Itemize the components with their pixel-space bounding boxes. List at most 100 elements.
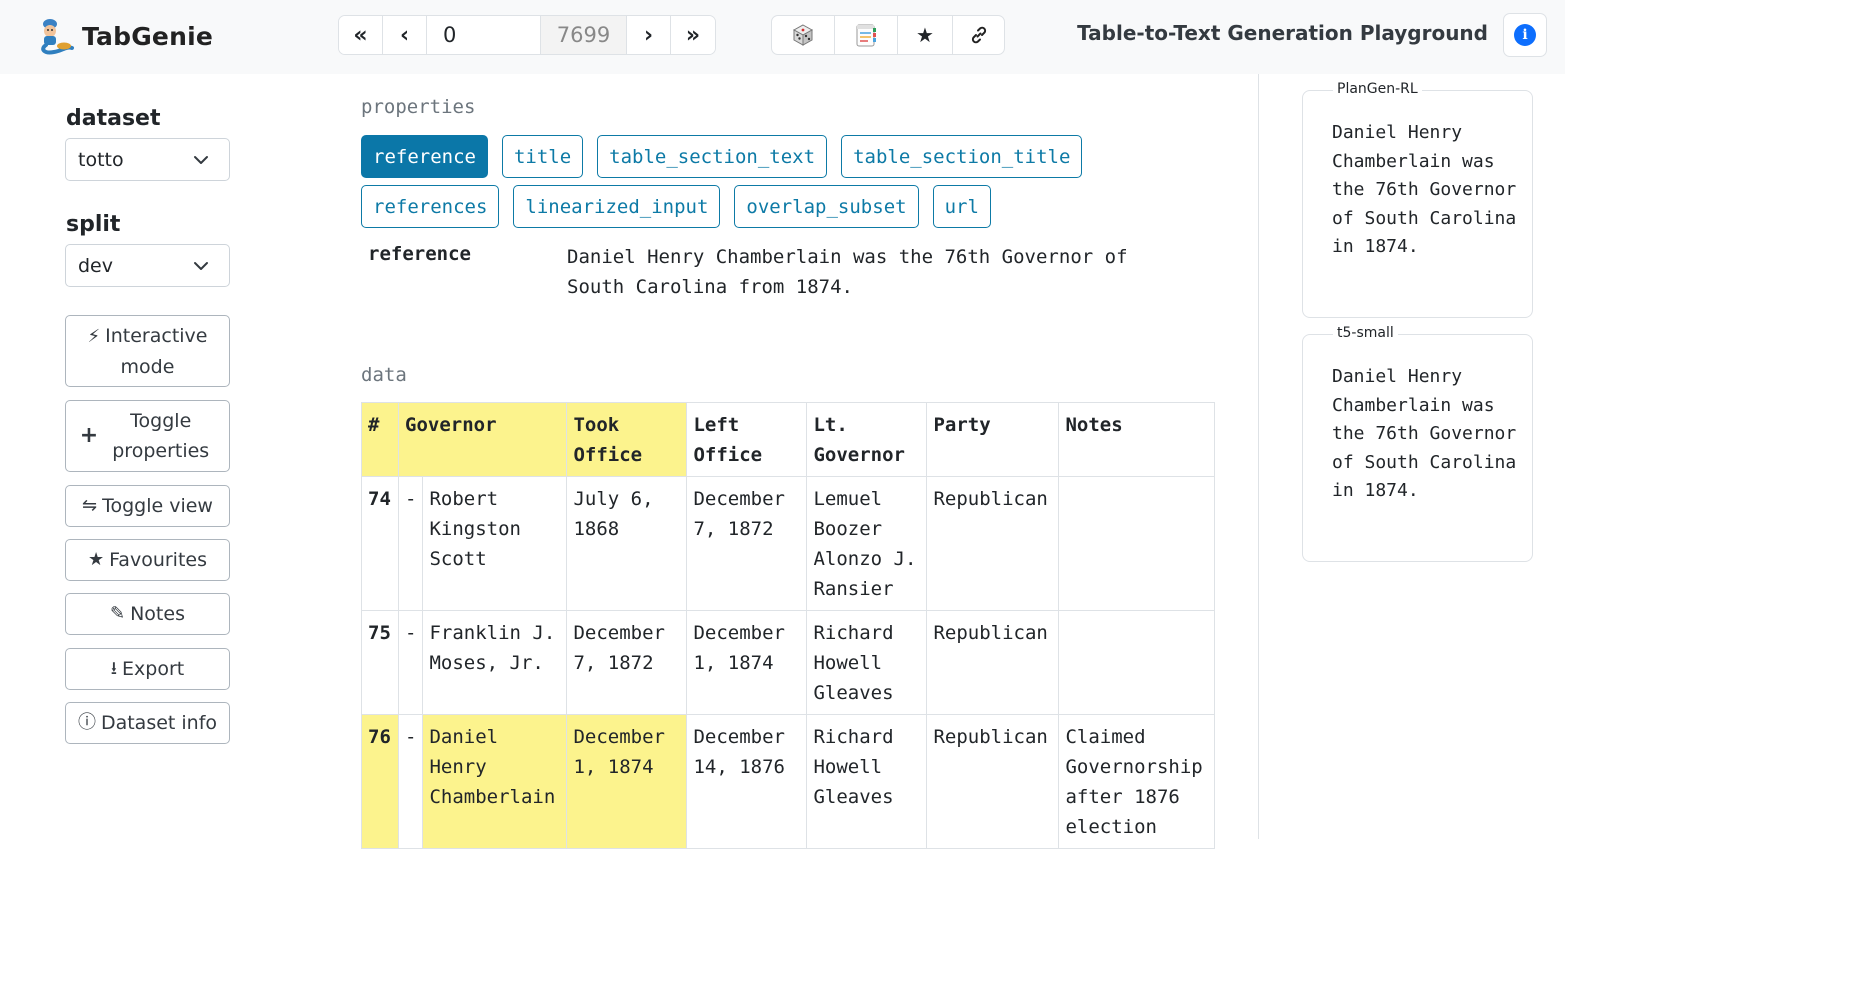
property-buttons: reference title table_section_text table… [361, 135, 1161, 235]
example-total-count: 7699 [541, 16, 627, 54]
property-button-table-section-text[interactable]: table_section_text [597, 135, 828, 178]
table-row: 74 - Robert Kingston Scott July 6, 1868 … [361, 476, 1216, 611]
copy-link-button[interactable] [953, 16, 1004, 54]
data-heading: data [361, 364, 407, 386]
genie-logo-icon [41, 19, 74, 55]
notes-label: Notes [130, 603, 185, 625]
table-cell[interactable]: Richard Howell Gleaves [806, 714, 928, 849]
table-cell[interactable]: - [397, 476, 424, 611]
random-example-button[interactable] [772, 16, 835, 54]
info-button[interactable]: i [1503, 13, 1547, 57]
favourites-label: Favourites [109, 549, 207, 571]
table-cell[interactable]: 76 [361, 714, 399, 849]
export-label: Export [122, 658, 185, 680]
table-cell[interactable]: Republican [926, 714, 1060, 849]
dataset-info-button[interactable]: ⓘ Dataset info [65, 702, 230, 744]
property-button-overlap-subset[interactable]: overlap_subset [734, 185, 919, 228]
table-cell[interactable]: Richard Howell Gleaves [806, 610, 928, 715]
table-cell[interactable]: Daniel Henry Chamberlain [422, 714, 568, 849]
property-value: Daniel Henry Chamberlain was the 76th Go… [567, 246, 1128, 298]
table-cell[interactable] [1058, 476, 1216, 611]
header-cell-lt-governor[interactable]: Lt. Governor [806, 402, 928, 477]
dataset-select[interactable]: totto [65, 138, 230, 181]
pencil-icon: ✎ [110, 603, 126, 624]
table-cell[interactable]: - [397, 714, 424, 849]
info-icon: i [1514, 24, 1536, 46]
property-button-table-section-title[interactable]: table_section_title [841, 135, 1083, 178]
table-cell[interactable]: 74 [361, 476, 399, 611]
header-cell-party[interactable]: Party [926, 402, 1060, 477]
table-row-highlighted: 76 - Daniel Henry Chamberlain December 1… [361, 714, 1216, 849]
notepad-icon [856, 24, 876, 47]
toggle-view-button[interactable]: ⇋ Toggle view [65, 485, 230, 527]
example-pager: « ‹ 7699 › » [338, 15, 716, 55]
property-button-url[interactable]: url [932, 185, 991, 228]
table-cell[interactable]: Lemuel Boozer Alonzo J. Ransier [806, 476, 928, 611]
toggle-properties-button[interactable]: + Toggle properties [65, 400, 230, 472]
table-row: 75 - Franklin J. Moses, Jr. December 7, … [361, 610, 1216, 715]
table-cell[interactable]: December 1, 1874 [686, 610, 808, 715]
property-button-linearized-input[interactable]: linearized_input [513, 185, 721, 228]
brand[interactable]: TabGenie [36, 16, 213, 56]
last-example-button[interactable]: » [671, 16, 715, 54]
data-table: # Governor Took Office Left Office Lt. G… [361, 402, 1216, 849]
table-cell[interactable] [1058, 610, 1216, 715]
table-cell[interactable]: December 7, 1872 [566, 610, 688, 715]
notes-button[interactable]: ✎ Notes [65, 593, 230, 635]
star-icon: ★ [87, 549, 105, 570]
table-cell[interactable]: December 7, 1872 [686, 476, 808, 611]
notes-view-button[interactable] [835, 16, 898, 54]
model-output-text: Daniel Henry Chamberlain was the 76th Go… [1332, 122, 1517, 257]
table-cell[interactable]: Republican [926, 610, 1060, 715]
table-cell[interactable]: - [397, 610, 424, 715]
property-key: reference [368, 243, 471, 265]
split-label: split [66, 212, 121, 237]
table-cell[interactable]: Robert Kingston Scott [422, 476, 568, 611]
header-cell-left-office[interactable]: Left Office [686, 402, 808, 477]
dataset-select-value: totto [78, 148, 124, 171]
interactive-mode-button[interactable]: ⚡ Interactive mode [65, 315, 230, 387]
table-cell[interactable]: Republican [926, 476, 1060, 611]
first-example-button[interactable]: « [339, 16, 383, 54]
interactive-mode-label-2: mode [120, 355, 175, 378]
table-cell[interactable]: Franklin J. Moses, Jr. [422, 610, 568, 715]
toggle-properties-label-1: Toggle [130, 410, 192, 432]
dice-icon [792, 24, 814, 46]
property-button-references[interactable]: references [361, 185, 500, 228]
favourite-button[interactable]: ★ [898, 16, 953, 54]
download-icon: ⭳ [110, 658, 118, 679]
brand-name: TabGenie [82, 21, 213, 51]
favourites-button[interactable]: ★ Favourites [65, 539, 230, 581]
example-index-input[interactable] [427, 16, 541, 54]
next-example-button[interactable]: › [627, 16, 671, 54]
header-cell-num[interactable]: # [361, 402, 399, 477]
table-cell[interactable]: December 14, 1876 [686, 714, 808, 849]
model-output-text: Daniel Henry Chamberlain was the 76th Go… [1332, 366, 1517, 501]
model-output-label: PlanGen-RL [1333, 81, 1422, 97]
table-header-row: # Governor Took Office Left Office Lt. G… [361, 402, 1216, 477]
toolbar: ★ [771, 15, 1005, 55]
dataset-label: dataset [66, 106, 161, 131]
previous-example-button[interactable]: ‹ [383, 16, 427, 54]
star-icon: ★ [916, 23, 934, 47]
toggle-properties-label-2: properties [112, 440, 210, 462]
model-output-box: PlanGen-RL Daniel Henry Chamberlain was … [1302, 81, 1533, 318]
property-button-title[interactable]: title [501, 135, 584, 178]
export-button[interactable]: ⭳ Export [65, 648, 230, 690]
dataset-info-label: Dataset info [100, 712, 218, 734]
property-button-reference[interactable]: reference [361, 135, 488, 178]
table-cell[interactable]: 75 [361, 610, 399, 715]
header-cell-notes[interactable]: Notes [1058, 402, 1216, 477]
info-circle-icon: ⓘ [77, 712, 96, 733]
toggle-view-label: Toggle view [102, 495, 213, 517]
header-cell-took-office[interactable]: Took Office [566, 402, 688, 477]
header-cell-governor[interactable]: Governor [397, 402, 568, 477]
swap-icon: ⇋ [82, 495, 98, 516]
plus-icon: + [79, 423, 99, 448]
table-cell[interactable]: July 6, 1868 [566, 476, 688, 611]
top-navbar: TabGenie « ‹ 7699 › » [0, 0, 1565, 74]
app-title: Table-to-Text Generation Playground [1077, 21, 1488, 45]
split-select[interactable]: dev [65, 244, 230, 287]
table-cell[interactable]: Claimed Governorship after 1876 election [1058, 714, 1216, 849]
table-cell[interactable]: December 1, 1874 [566, 714, 688, 849]
